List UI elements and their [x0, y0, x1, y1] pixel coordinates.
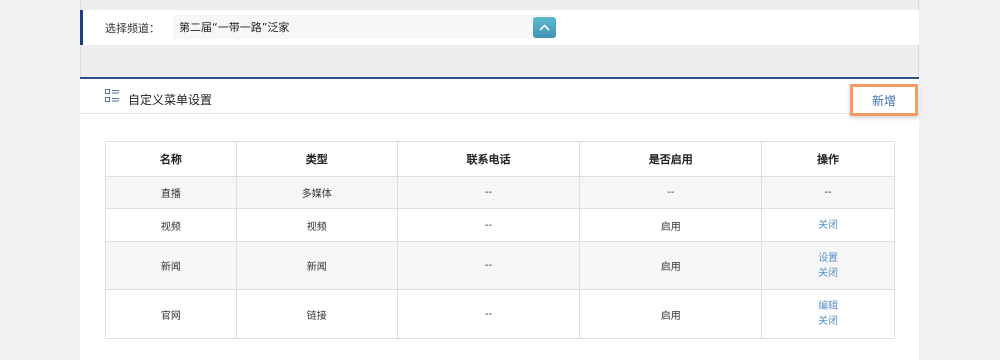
cell-type: 新闻	[235, 241, 398, 290]
column-header-type: 类型	[235, 141, 398, 177]
cell-enabled: 启用	[579, 289, 763, 339]
channel-selector-bar: 选择频道： 第二届“一带一路”泛家	[80, 10, 919, 45]
column-header-phone: 联系电话	[396, 141, 581, 177]
cell-enabled: --	[579, 176, 763, 209]
cell-enabled: 启用	[579, 208, 763, 242]
cell-phone: --	[396, 176, 581, 209]
panel-header: 自定义菜单设置 新增	[80, 79, 919, 116]
cell-name: 新闻	[105, 241, 237, 290]
cell-name: 官网	[105, 289, 237, 339]
table-header-row: 名称 类型 联系电话 是否启用 操作	[105, 141, 895, 177]
table-row: 直播 多媒体 -- -- --	[105, 176, 895, 209]
table-row: 官网 链接 -- 启用 编辑 关闭	[105, 289, 895, 339]
cell-phone: --	[396, 289, 581, 339]
column-header-enabled: 是否启用	[579, 141, 763, 177]
cell-actions: 编辑 关闭	[761, 289, 895, 339]
cell-name: 直播	[105, 176, 237, 209]
cell-actions: 关闭	[761, 208, 895, 242]
cell-phone: --	[396, 241, 581, 290]
cell-name: 视频	[105, 208, 237, 242]
close-link[interactable]: 关闭	[762, 266, 894, 281]
channel-label: 选择频道：	[105, 21, 160, 35]
cell-enabled: 启用	[579, 241, 763, 290]
column-header-name: 名称	[105, 141, 237, 177]
add-button[interactable]: 新增	[850, 84, 918, 116]
menu-settings-panel: 自定义菜单设置 新增 名称 类型 联系电话 是否启用 操作 直播 多媒体 -- …	[80, 77, 919, 360]
settings-link[interactable]: 设置	[762, 251, 894, 266]
cell-type: 多媒体	[235, 176, 398, 209]
channel-toggle-button[interactable]	[533, 17, 556, 38]
close-link[interactable]: 关闭	[762, 218, 894, 233]
cell-phone: --	[396, 208, 581, 242]
menu-table: 名称 类型 联系电话 是否启用 操作 直播 多媒体 -- -- -- 视频 视频…	[105, 141, 895, 339]
list-icon	[105, 89, 119, 102]
cell-actions: --	[761, 176, 895, 209]
panel-title: 自定义菜单设置	[128, 93, 213, 107]
table-row: 新闻 新闻 -- 启用 设置 关闭	[105, 241, 895, 290]
close-link[interactable]: 关闭	[762, 314, 894, 329]
table-row: 视频 视频 -- 启用 关闭	[105, 208, 895, 242]
channel-select[interactable]: 第二届“一带一路”泛家	[173, 15, 556, 39]
edit-link[interactable]: 编辑	[762, 299, 894, 314]
channel-select-value: 第二届“一带一路”泛家	[179, 21, 290, 34]
cell-type: 链接	[235, 289, 398, 339]
column-header-actions: 操作	[761, 141, 895, 177]
chevron-up-icon	[539, 24, 550, 31]
cell-type: 视频	[235, 208, 398, 242]
cell-actions: 设置 关闭	[761, 241, 895, 290]
